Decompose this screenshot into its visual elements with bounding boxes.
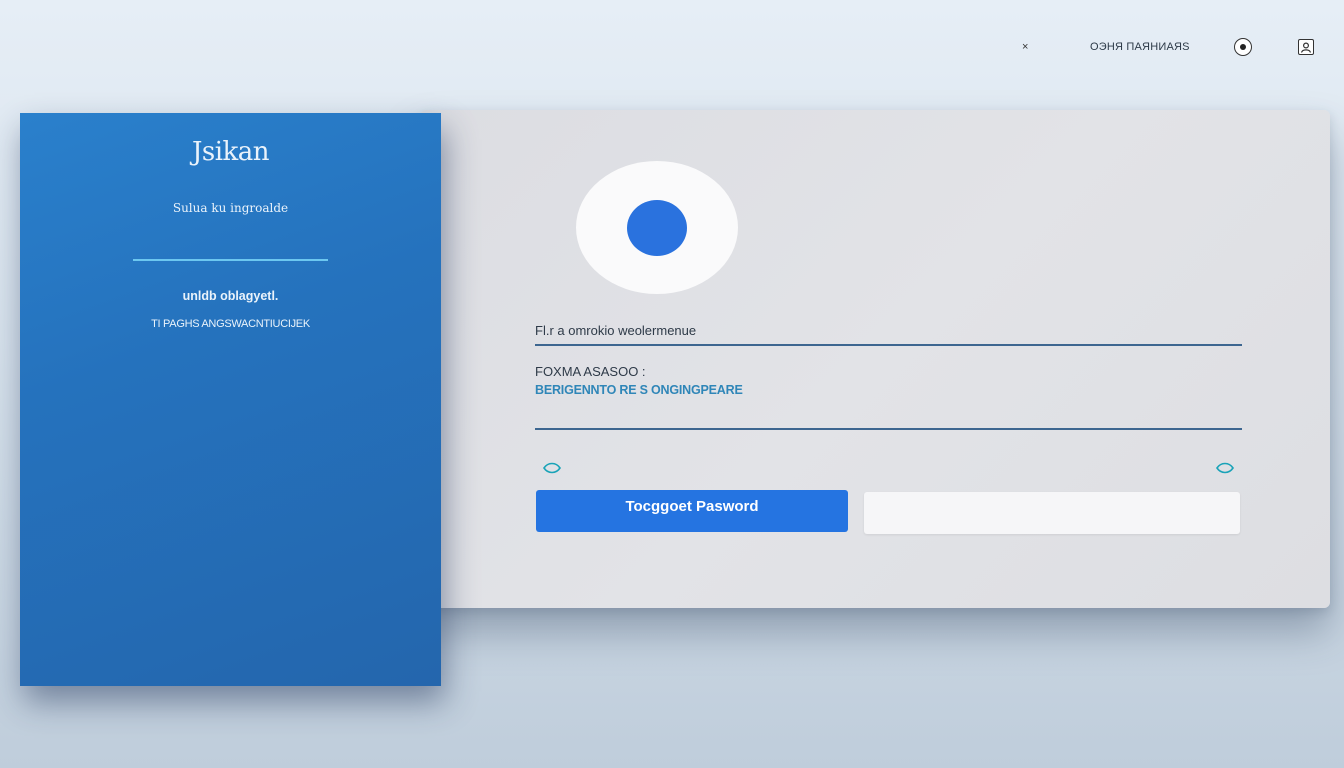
user-icon[interactable] [1298, 39, 1314, 55]
record-icon[interactable] [1234, 38, 1252, 56]
eye-icon[interactable] [543, 461, 561, 475]
password-field-label: FOXMA ASASOO : [535, 364, 646, 379]
avatar-dot [627, 199, 687, 256]
password-field[interactable] [535, 428, 1242, 430]
forgot-password-button[interactable]: Tocggoet Pasword [536, 490, 848, 532]
brand-subtext: TI PAGHS ANGSWACNTIUCIJEK [151, 318, 310, 330]
topbar-label[interactable]: ОЭНЯ ПАЯНИАЯS [1090, 36, 1190, 58]
brand-title: Jsikan [191, 137, 270, 167]
secondary-button[interactable] [864, 492, 1240, 534]
avatar [576, 161, 738, 294]
record-dot [1240, 44, 1246, 50]
close-icon[interactable]: × [1022, 36, 1028, 58]
brand-panel: Jsikan Sulua ku ingroalde unldb oblagyet… [20, 113, 441, 686]
brand-heading: unldb oblagyetl. [182, 289, 279, 303]
username-field-label: Fl.r a omrokio weolermenue [535, 323, 697, 338]
brand-subtitle: Sulua ku ingroalde [172, 201, 289, 215]
brand-divider [133, 259, 328, 261]
password-field-hint: BERIGENNTO RE S ONGINGPEARE [535, 383, 743, 397]
user-glyph [1300, 42, 1312, 53]
eye-icon[interactable] [1216, 461, 1234, 475]
username-field[interactable] [535, 344, 1242, 346]
